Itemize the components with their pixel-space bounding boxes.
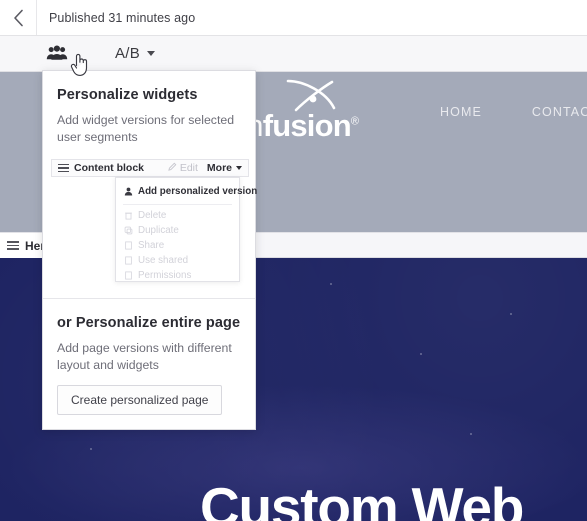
- decor-star: [330, 283, 332, 285]
- nav-link-home[interactable]: HOME: [440, 105, 482, 119]
- decor-star: [470, 433, 472, 435]
- chevron-down-icon: [236, 166, 242, 170]
- chevron-left-icon: [13, 9, 24, 27]
- more-label: More: [206, 162, 232, 174]
- file-icon: [124, 271, 133, 280]
- personalize-widgets-popup: Personalize widgets Add widget versions …: [42, 70, 257, 430]
- popup-page-section: or Personalize entire page Add page vers…: [43, 299, 255, 415]
- decor-star: [420, 353, 422, 355]
- menu-item-label: Add personalized version: [138, 186, 258, 197]
- menu-item-label: Share: [138, 240, 165, 251]
- ab-test-label: A/B: [115, 45, 141, 62]
- menu-item-label: Delete: [138, 210, 167, 221]
- popup-page-description: Add page versions with different layout …: [57, 341, 232, 372]
- menu-item-label: Use shared: [138, 255, 189, 266]
- hero-headline-line1: Custom Web: [200, 476, 524, 521]
- content-block-dropdown-menu: Add personalized version Delete Duplicat…: [115, 177, 257, 283]
- copy-icon: [124, 226, 133, 235]
- trash-icon: [124, 211, 133, 220]
- content-block-row[interactable]: Content block Edit More: [51, 159, 249, 177]
- menu-item-use-shared: Use shared: [116, 253, 239, 268]
- logo-text-bold: fusion: [262, 108, 352, 143]
- edit-label: Edit: [179, 162, 198, 174]
- users-group-icon[interactable]: [46, 43, 68, 65]
- content-block-actions: Edit More: [168, 162, 242, 174]
- popup-page-title: or Personalize entire page: [57, 315, 241, 331]
- decor-star: [90, 448, 92, 450]
- content-block-preview: Content block Edit More Add personalized…: [51, 159, 257, 284]
- top-bar: Published 31 minutes ago: [0, 0, 587, 36]
- hamburger-icon: [58, 162, 69, 175]
- person-icon: [124, 187, 133, 196]
- chevron-down-icon: [147, 51, 156, 56]
- menu-divider: [123, 204, 232, 205]
- menu-item-label: Duplicate: [138, 225, 179, 236]
- app-root: Published 31 minutes ago A/B fusion® HOM…: [0, 0, 587, 521]
- site-nav: HOME CONTACT: [440, 105, 587, 119]
- popup-widgets-section: Personalize widgets Add widget versions …: [43, 71, 255, 145]
- logo-registered-mark: ®: [350, 115, 359, 128]
- content-block-label: Content block: [74, 162, 144, 174]
- hamburger-icon: [7, 239, 19, 253]
- more-menu-button[interactable]: More: [207, 162, 242, 174]
- create-personalized-page-button[interactable]: Create personalized page: [57, 385, 223, 415]
- pencil-icon: [168, 162, 177, 174]
- personalization-toolbar: A/B: [0, 36, 587, 72]
- decor-star: [510, 313, 512, 315]
- popup-title: Personalize widgets: [57, 87, 198, 103]
- menu-item-delete: Delete: [116, 208, 239, 223]
- back-button[interactable]: [0, 0, 37, 35]
- file-icon: [124, 241, 133, 250]
- nav-link-contact[interactable]: CONTACT: [532, 105, 587, 119]
- menu-item-share: Share: [116, 238, 239, 253]
- published-status: Published 31 minutes ago: [49, 10, 196, 25]
- popup-description: Add widget versions for selected user se…: [57, 113, 235, 144]
- menu-item-permissions: Permissions: [116, 268, 239, 283]
- hero-headline: Custom Web Mobile Soluti: [200, 474, 527, 521]
- edit-action[interactable]: Edit: [168, 162, 198, 174]
- menu-item-label: Permissions: [138, 270, 192, 281]
- ab-test-selector[interactable]: A/B: [115, 45, 156, 62]
- file-icon: [124, 256, 133, 265]
- menu-item-duplicate: Duplicate: [116, 223, 239, 238]
- menu-item-add-personalized-version[interactable]: Add personalized version: [116, 184, 257, 201]
